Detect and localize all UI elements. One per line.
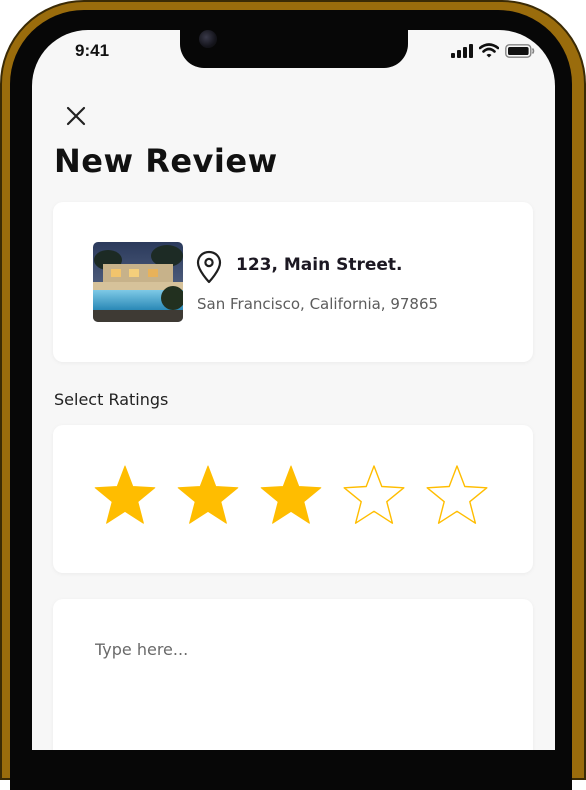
wifi-icon — [479, 43, 499, 58]
rating-card — [53, 425, 533, 573]
city-address: San Francisco, California, 97865 — [197, 295, 439, 313]
star-rating — [93, 463, 489, 527]
star-3-icon[interactable] — [259, 463, 323, 527]
star-2-icon[interactable] — [176, 463, 240, 527]
street-address: 123, Main Street. — [236, 255, 403, 275]
cellular-signal-icon — [451, 43, 473, 58]
status-icons — [451, 43, 535, 58]
location-pin-icon — [196, 250, 222, 284]
location-card[interactable]: 123, Main Street. San Francisco, Califor… — [53, 202, 533, 362]
location-thumbnail — [93, 242, 183, 322]
camera-icon — [199, 30, 217, 48]
star-1-icon[interactable] — [93, 463, 157, 527]
battery-icon — [505, 43, 535, 58]
close-icon — [66, 106, 86, 126]
ratings-label: Select Ratings — [54, 390, 169, 409]
page-title: New Review — [54, 142, 278, 180]
star-4-icon[interactable] — [342, 463, 406, 527]
review-card — [53, 599, 533, 750]
status-time: 9:41 — [75, 41, 110, 60]
close-button[interactable] — [63, 103, 89, 129]
review-input[interactable] — [93, 639, 497, 660]
notch — [180, 30, 408, 68]
star-5-icon[interactable] — [425, 463, 489, 527]
phone-screen: 9:41 New Review 123, Main Street. San Fr… — [32, 30, 555, 750]
